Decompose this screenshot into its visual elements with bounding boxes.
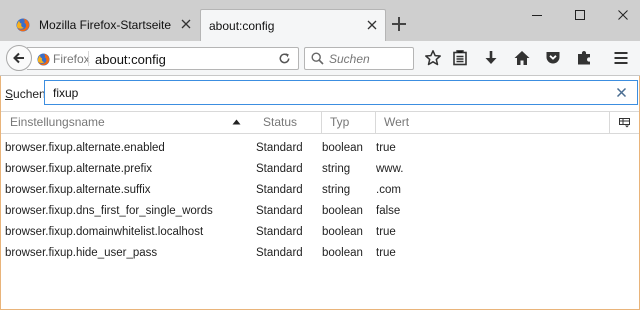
identity-box[interactable]: Firefox	[37, 52, 90, 66]
pref-name: browser.fixup.domainwhitelist.localhost	[5, 226, 204, 238]
pref-status: Standard	[256, 142, 303, 154]
pref-type: boolean	[322, 226, 363, 238]
table-row[interactable]: browser.fixup.alternate.enabled Standard…	[1, 138, 639, 159]
pref-status: Standard	[256, 205, 303, 217]
pref-status: Standard	[256, 247, 303, 259]
pref-status: Standard	[256, 184, 303, 196]
pref-status: Standard	[256, 163, 303, 175]
pref-type: boolean	[322, 247, 363, 259]
pref-value: .com	[376, 184, 401, 196]
pref-type: string	[322, 163, 351, 175]
bookmark-star-icon[interactable]	[424, 49, 442, 67]
table-row[interactable]: browser.fixup.alternate.suffix Standard …	[1, 180, 639, 201]
column-picker-icon	[619, 117, 630, 127]
search-bar[interactable]: Suchen	[304, 47, 414, 70]
reload-icon[interactable]	[277, 51, 292, 66]
filter-input[interactable]: fixup	[44, 80, 638, 105]
column-header: Einstellungsname Status Typ Wert	[1, 111, 639, 134]
menu-icon[interactable]	[612, 49, 630, 67]
column-header-type[interactable]: Typ	[321, 112, 375, 133]
table-row[interactable]: browser.fixup.domainwhitelist.localhost …	[1, 222, 639, 243]
tab-about-config[interactable]: about:config	[200, 9, 386, 41]
search-placeholder: Suchen	[329, 52, 370, 66]
pref-value: true	[376, 247, 396, 259]
pref-name: browser.fixup.dns_first_for_single_words	[5, 205, 213, 217]
extension-icon[interactable]	[575, 49, 593, 67]
sort-ascending-icon	[232, 119, 241, 125]
home-icon[interactable]	[513, 49, 531, 67]
pref-type: boolean	[322, 142, 363, 154]
pref-status: Standard	[256, 226, 303, 238]
pref-value: true	[376, 142, 396, 154]
url-text[interactable]: about:config	[95, 52, 166, 67]
tab-title: about:config	[209, 18, 275, 33]
navigation-toolbar: Firefox about:config Suchen	[0, 41, 640, 76]
pref-name: browser.fixup.alternate.prefix	[5, 163, 153, 175]
preferences-list: browser.fixup.alternate.enabled Standard…	[1, 138, 639, 264]
pref-value: false	[376, 205, 401, 217]
back-icon	[13, 52, 24, 64]
maximize-icon[interactable]	[571, 6, 589, 24]
firefox-icon	[16, 18, 30, 32]
firefox-icon	[37, 52, 50, 66]
pref-value: www.	[376, 163, 404, 175]
column-header-name[interactable]: Einstellungsname	[1, 112, 255, 133]
about-config-page: Suchen: fixup Einstellungsname Status Ty…	[0, 76, 640, 310]
download-icon[interactable]	[482, 49, 500, 67]
table-row[interactable]: browser.fixup.alternate.prefix Standard …	[1, 159, 639, 180]
pref-type: boolean	[322, 205, 363, 217]
filter-label: Suchen:	[5, 87, 50, 101]
url-bar[interactable]: Firefox about:config	[27, 47, 299, 70]
close-tab-icon[interactable]	[366, 19, 378, 31]
identity-divider	[88, 51, 89, 66]
window-close-icon[interactable]	[614, 6, 632, 24]
table-row[interactable]: browser.fixup.hide_user_pass Standard bo…	[1, 243, 639, 264]
identity-label: Firefox	[53, 52, 90, 66]
filter-row: Suchen: fixup	[1, 80, 639, 106]
search-icon	[311, 52, 324, 65]
tab-title: Mozilla Firefox-Startseite	[39, 18, 172, 32]
back-button[interactable]	[6, 45, 32, 71]
new-tab-icon[interactable]	[390, 15, 408, 33]
pref-value: true	[376, 226, 396, 238]
table-row[interactable]: browser.fixup.dns_first_for_single_words…	[1, 201, 639, 222]
pocket-icon[interactable]	[544, 49, 562, 67]
pref-name: browser.fixup.alternate.enabled	[5, 142, 165, 154]
column-header-value[interactable]: Wert	[375, 112, 609, 133]
tab-firefox-start[interactable]: Mozilla Firefox-Startseite	[9, 9, 199, 41]
close-tab-icon[interactable]	[180, 18, 192, 30]
column-header-status[interactable]: Status	[255, 112, 321, 133]
tab-strip: Mozilla Firefox-Startseite about:config	[0, 0, 640, 41]
minimize-icon[interactable]	[528, 6, 546, 24]
pref-name: browser.fixup.alternate.suffix	[5, 184, 151, 196]
reading-list-icon[interactable]	[451, 49, 469, 67]
pref-name: browser.fixup.hide_user_pass	[5, 247, 158, 259]
clear-filter-icon[interactable]	[616, 87, 627, 98]
pref-type: string	[322, 184, 351, 196]
filter-value: fixup	[53, 86, 79, 100]
column-picker-button[interactable]	[609, 112, 639, 133]
